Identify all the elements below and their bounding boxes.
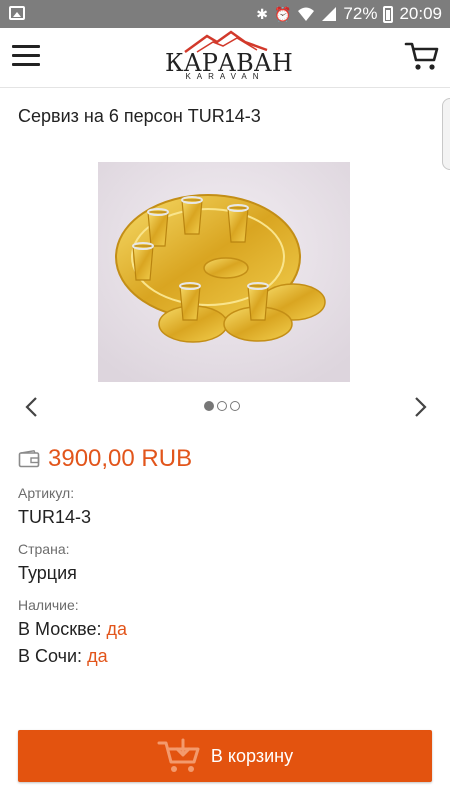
availability-label: Наличие: bbox=[18, 597, 79, 613]
country-label: Страна: bbox=[18, 541, 70, 557]
sku-value: TUR14-3 bbox=[18, 507, 92, 527]
gallery-prev-arrow-icon[interactable] bbox=[22, 396, 42, 418]
status-icons: ✱ ⏰ 72% 20:09 bbox=[256, 0, 442, 28]
cart-icon[interactable] bbox=[404, 40, 440, 72]
bluetooth-icon: ✱ bbox=[256, 6, 268, 22]
wallet-icon bbox=[18, 450, 40, 468]
product-image[interactable] bbox=[98, 162, 350, 382]
logo[interactable]: КАРАВАН KARAVAN bbox=[165, 28, 293, 86]
add-to-cart-button[interactable]: В корзину bbox=[18, 730, 432, 782]
availability-moscow: В Москве: да bbox=[18, 619, 127, 640]
product-title: Сервиз на 6 персон TUR14-3 bbox=[18, 106, 261, 126]
alarm-icon: ⏰ bbox=[273, 6, 292, 22]
app-header: КАРАВАН KARAVAN bbox=[0, 28, 450, 88]
gallery-dot[interactable] bbox=[230, 401, 240, 411]
battery-percent: 72% bbox=[343, 4, 378, 23]
wifi-icon bbox=[298, 7, 315, 21]
sochi-status: да bbox=[87, 646, 108, 666]
moscow-status: да bbox=[106, 619, 127, 639]
logo-subtext: KARAVAN bbox=[185, 72, 265, 81]
scroll-handle[interactable] bbox=[442, 98, 450, 170]
gallery-dots bbox=[204, 401, 240, 411]
status-bar: ✱ ⏰ 72% 20:09 bbox=[0, 0, 450, 28]
menu-icon[interactable] bbox=[12, 45, 40, 67]
add-to-cart-label: В корзину bbox=[210, 745, 294, 766]
gallery-dot[interactable] bbox=[217, 401, 227, 411]
cart-icon bbox=[157, 738, 200, 772]
country-value: Турция bbox=[18, 563, 77, 583]
gallery-next-arrow-icon[interactable] bbox=[410, 396, 430, 418]
price-row: 3900,00 RUB bbox=[18, 444, 192, 474]
moscow-label: В Москве: bbox=[18, 619, 102, 639]
signal-icon bbox=[322, 7, 337, 21]
gallery-dot[interactable] bbox=[204, 401, 214, 411]
sku-label: Артикул: bbox=[18, 485, 75, 501]
gallery-notification-icon bbox=[9, 6, 25, 20]
sochi-label: В Сочи: bbox=[18, 646, 83, 666]
availability-sochi: В Сочи: да bbox=[18, 646, 108, 667]
battery-icon bbox=[383, 5, 394, 23]
clock: 20:09 bbox=[399, 4, 442, 23]
product-price: 3900,00 RUB bbox=[48, 445, 193, 472]
